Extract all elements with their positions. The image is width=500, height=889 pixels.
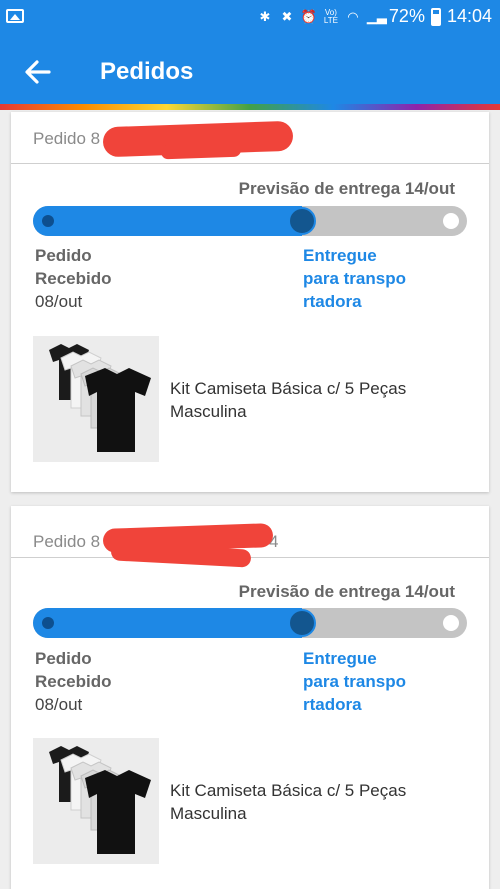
wifi-icon: ◠ [347, 8, 359, 24]
product-name[interactable]: Kit Camiseta Básica c/ 5 Peças Masculina [170, 377, 470, 423]
step-dot-start [42, 215, 54, 227]
progress-track [33, 608, 467, 638]
step-dot-end [443, 213, 459, 229]
progress-fill [33, 206, 302, 236]
back-arrow-icon[interactable] [22, 56, 54, 88]
step-dot-end [443, 615, 459, 631]
status-icons: ✱ ✖ ⏰ Vo) LTE ◠ ▁▃ 72% 14:04 [257, 6, 492, 27]
status-bar: ✱ ✖ ⏰ Vo) LTE ◠ ▁▃ 72% 14:04 [0, 0, 500, 36]
redaction-mark [160, 142, 242, 160]
alarm-icon: ⏰ [300, 8, 318, 24]
bluetooth-icon: ✱ [259, 8, 271, 24]
progress-track [33, 206, 467, 236]
delivery-estimate: Previsão de entrega 14/out [238, 179, 455, 198]
battery-percent: 72% [388, 6, 425, 26]
order-card[interactable]: Pedido 8 4 Previsão de entrega 14/out Pe… [11, 506, 489, 889]
step-current-status: Entregue para transpo rtadora [303, 246, 406, 311]
step-received-date: 08/out [35, 695, 83, 714]
mute-icon: ✖ [281, 8, 293, 24]
gallery-notification-icon [6, 9, 24, 23]
product-name[interactable]: Kit Camiseta Básica c/ 5 Peças Masculina [170, 779, 470, 825]
product-image[interactable] [33, 336, 159, 462]
accent-divider [0, 104, 500, 110]
tshirts-image [49, 344, 151, 452]
delivery-estimate: Previsão de entrega 14/out [238, 582, 455, 601]
progress-fill [33, 608, 302, 638]
step-received-date: 08/out [35, 292, 83, 311]
page-title: Pedidos [100, 58, 194, 85]
order-header: Pedido 8 4 [11, 506, 489, 568]
order-number: Pedido 8 [33, 129, 101, 148]
clock: 14:04 [446, 6, 492, 26]
volte-icon: Vo) LTE [323, 7, 338, 25]
order-number: Pedido 8 [33, 532, 101, 551]
app-bar: Pedidos [0, 36, 500, 108]
tshirts-image [49, 746, 151, 854]
step-dot-current [288, 609, 316, 637]
step-dot-current [288, 207, 316, 235]
step-received: Pedido Recebido 08/out [35, 246, 112, 311]
step-current-status: Entregue para transpo rtadora [303, 649, 406, 714]
step-dot-start [42, 617, 54, 629]
battery-icon [430, 7, 441, 26]
order-header: Pedido 8 [11, 112, 489, 164]
product-image[interactable] [33, 738, 159, 864]
step-received: Pedido Recebido 08/out [35, 649, 112, 714]
signal-icon: ▁▃ [366, 8, 387, 24]
order-card[interactable]: Pedido 8 Previsão de entrega 14/out Pedi… [11, 112, 489, 492]
